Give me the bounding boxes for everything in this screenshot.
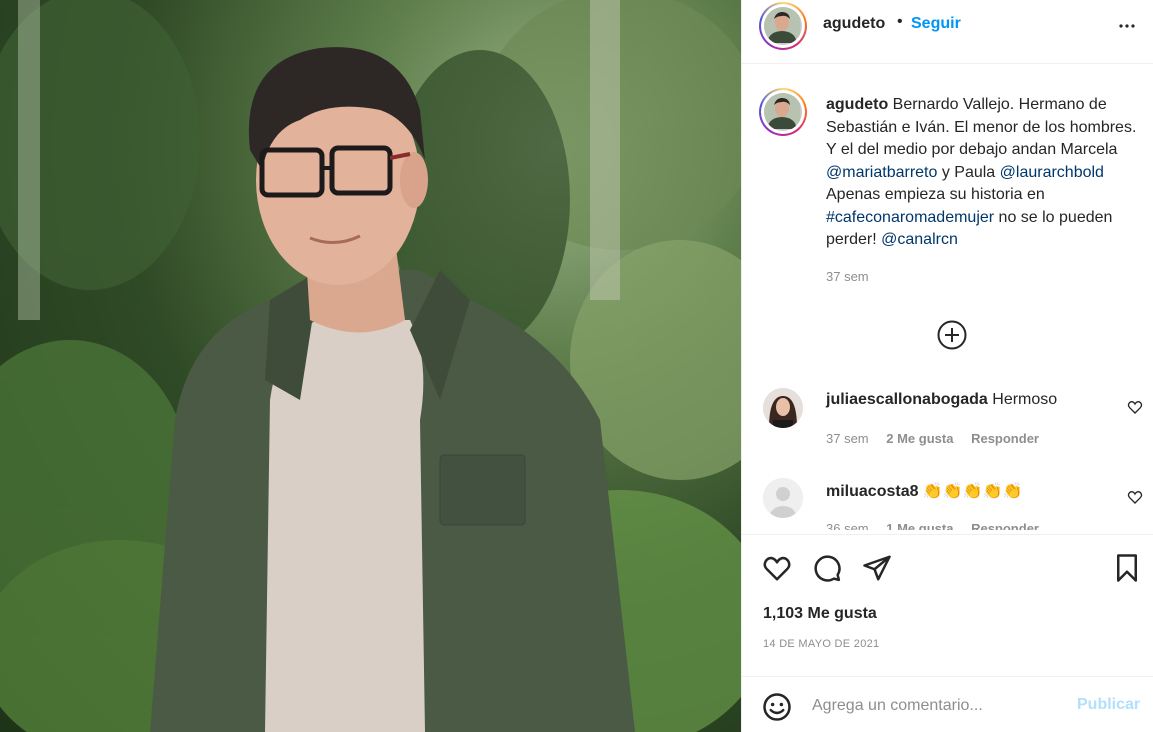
default-avatar-icon <box>763 478 803 518</box>
mention-link[interactable]: @laurarchbold <box>1000 164 1104 181</box>
mention-link[interactable]: @canalrcn <box>881 231 958 248</box>
caption-text-part: Apenas empieza su historia en <box>826 186 1045 203</box>
commenter-username[interactable]: miluacosta8 <box>826 483 918 500</box>
comments-list[interactable]: juliaescallonabogada Hermoso 37 sem 2 Me… <box>742 380 1153 530</box>
post-date[interactable]: 14 DE MAYO DE 2021 <box>763 638 879 650</box>
caption-avatar-image <box>764 93 800 131</box>
emoji-icon[interactable] <box>762 692 792 722</box>
separator-dot: • <box>897 13 903 30</box>
reply-button[interactable]: Responder <box>971 521 1039 530</box>
comment-input[interactable] <box>812 693 1062 719</box>
caption-text: agudeto Bernardo Vallejo. Hermano de Seb… <box>826 94 1146 252</box>
comment-bubble-icon[interactable] <box>812 553 842 583</box>
comment-item: juliaescallonabogada Hermoso 37 sem 2 Me… <box>742 380 1153 470</box>
comment-text: 👏👏👏👏👏 <box>918 483 1023 500</box>
follow-button[interactable]: Seguir <box>911 15 961 33</box>
comment-meta: 37 sem 2 Me gusta Responder <box>826 431 1053 446</box>
comment-likes[interactable]: 1 Me gusta <box>886 521 953 530</box>
commenter-username[interactable]: juliaescallonabogada <box>826 391 988 408</box>
comment-body: juliaescallonabogada Hermoso <box>826 391 1057 409</box>
caption-timestamp[interactable]: 37 sem <box>826 269 869 284</box>
mention-link[interactable]: @mariatbarreto <box>826 164 937 181</box>
post-panel: agudeto • Seguir agudeto Bernardo Vallej… <box>741 0 1153 732</box>
hashtag-link[interactable]: #cafeconaromademujer <box>826 209 994 226</box>
comment-heart-icon[interactable] <box>1127 489 1143 505</box>
caption-avatar[interactable] <box>759 88 807 136</box>
post-header: agudeto • Seguir <box>742 0 1153 64</box>
add-comment-bar: Publicar <box>742 676 1153 732</box>
comment-body: miluacosta8 👏👏👏👏👏 <box>826 481 1023 501</box>
caption-username[interactable]: agudeto <box>826 96 888 113</box>
post-actions: 1,103 Me gusta 14 DE MAYO DE 2021 <box>742 534 1153 694</box>
save-bookmark-icon[interactable] <box>1112 553 1142 583</box>
comment-timestamp[interactable]: 36 sem <box>826 521 869 530</box>
like-heart-icon[interactable] <box>762 553 792 583</box>
comment-item: miluacosta8 👏👏👏👏👏 36 sem 1 Me gusta Resp… <box>742 470 1153 530</box>
comment-heart-icon[interactable] <box>1127 399 1143 415</box>
commenter-avatar-image <box>763 388 803 428</box>
publish-button[interactable]: Publicar <box>1077 696 1140 714</box>
comment-timestamp[interactable]: 37 sem <box>826 431 869 446</box>
post-photo[interactable] <box>0 0 741 732</box>
commenter-avatar[interactable] <box>763 388 803 428</box>
more-horizontal-icon[interactable] <box>1115 14 1139 38</box>
reply-button[interactable]: Responder <box>971 431 1039 446</box>
load-more-comments-icon[interactable] <box>936 319 968 351</box>
share-paper-plane-icon[interactable] <box>862 553 892 583</box>
likes-count[interactable]: 1,103 Me gusta <box>763 605 877 623</box>
author-username[interactable]: agudeto <box>823 15 885 33</box>
comment-likes[interactable]: 2 Me gusta <box>886 431 953 446</box>
author-avatar-image <box>764 7 800 45</box>
comment-meta: 36 sem 1 Me gusta Responder <box>826 521 1053 530</box>
post-photo-illustration <box>0 0 741 732</box>
comment-text: Hermoso <box>987 391 1058 408</box>
commenter-avatar[interactable] <box>763 478 803 518</box>
caption-text-part: y Paula <box>937 163 1000 181</box>
author-avatar[interactable] <box>759 2 807 50</box>
